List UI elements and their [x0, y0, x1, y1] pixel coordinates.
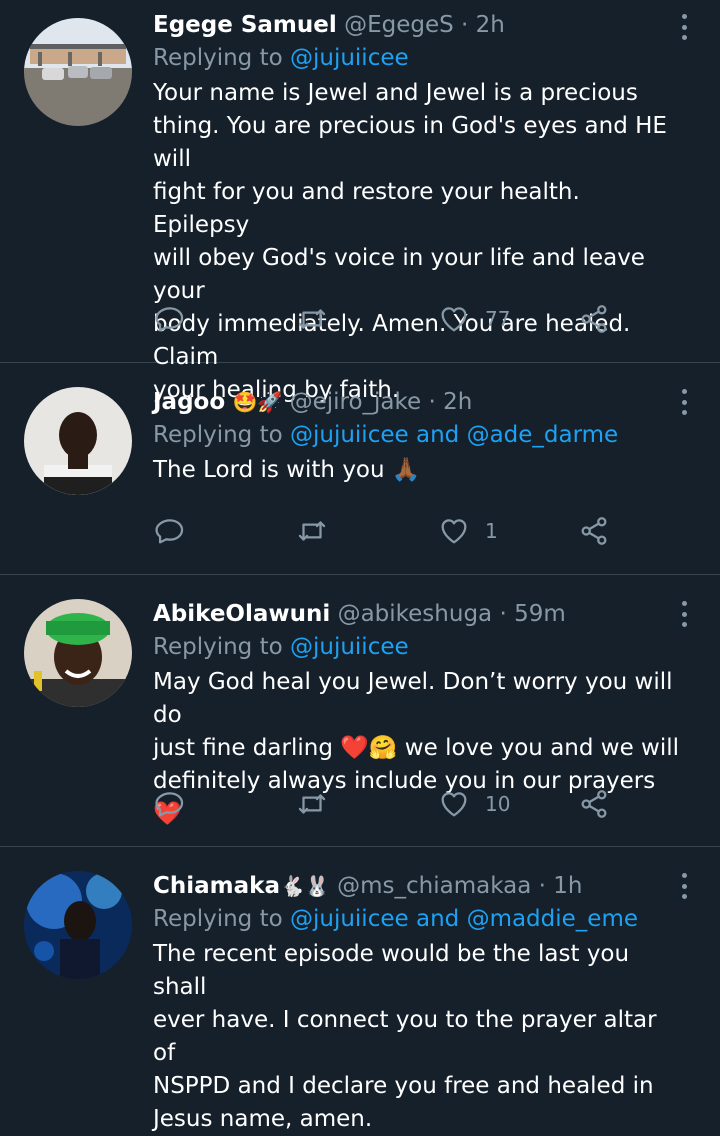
mention-and: and [415, 422, 460, 448]
action-bar: 1 [153, 514, 620, 554]
display-name[interactable]: Chiamaka [153, 873, 280, 899]
retweet-icon [298, 794, 326, 814]
reply-button[interactable] [153, 514, 187, 548]
display-name[interactable]: AbikeOlawuni [153, 601, 330, 627]
timestamp[interactable]: 2h [476, 12, 505, 38]
name-emoji: 🐇🐰 [279, 874, 330, 898]
share-icon [581, 517, 607, 545]
reply-icon [155, 792, 184, 817]
separator-dot: · [538, 873, 546, 899]
mention-link[interactable]: @maddie_eme [467, 906, 638, 932]
reply-icon [155, 307, 184, 332]
timestamp[interactable]: 2h [443, 389, 472, 415]
timestamp[interactable]: 1h [553, 873, 582, 899]
retweet-button[interactable] [295, 302, 329, 336]
replying-to: Replying to @jujuiicee and @maddie_eme [153, 904, 680, 934]
mention-link[interactable]: @jujuiicee [290, 634, 409, 660]
like-count: 1 [485, 519, 498, 543]
share-button[interactable] [577, 302, 611, 336]
user-handle[interactable]: @ejiro_jake [290, 389, 422, 415]
user-handle[interactable]: @EgegeS [344, 12, 454, 38]
more-vertical-icon[interactable] [678, 389, 690, 415]
separator-dot: · [499, 601, 507, 627]
tweet-text-line: ever have. I connect you to the prayer a… [153, 1007, 657, 1066]
replying-to-label: Replying to [153, 634, 283, 660]
replying-to-label: Replying to [153, 906, 283, 932]
tweet-header: Egege Samuel @EgegeS · 2h [153, 10, 680, 40]
tweet-header: AbikeOlawuni @abikeshuga · 59m [153, 599, 680, 629]
share-icon [581, 305, 607, 333]
tweet-header: Jagoo 🤩🚀 @ejiro_jake · 2h [153, 387, 680, 417]
avatar-image [24, 18, 132, 126]
avatar[interactable] [24, 387, 132, 495]
like-button[interactable]: 1 [437, 514, 498, 548]
avatar[interactable] [24, 599, 132, 707]
timestamp[interactable]: 59m [514, 601, 566, 627]
retweet-button[interactable] [295, 514, 329, 548]
mention-link[interactable]: @jujuiicee [290, 45, 409, 71]
mention-link[interactable]: @jujuiicee [290, 422, 409, 448]
tweet[interactable]: AbikeOlawuni @abikeshuga · 59m Replying … [0, 575, 720, 847]
heart-icon [441, 307, 467, 332]
replying-to-label: Replying to [153, 422, 283, 448]
retweet-icon [298, 521, 326, 541]
mention-and: and [415, 906, 460, 932]
tweet-text-line: will obey God's voice in your life and l… [153, 245, 645, 304]
replying-to: Replying to @jujuiicee [153, 632, 680, 662]
retweet-button[interactable] [295, 787, 329, 821]
replying-to: Replying to @jujuiicee [153, 43, 680, 73]
more-vertical-icon[interactable] [678, 873, 690, 899]
reply-icon [155, 519, 184, 544]
avatar-image [24, 599, 132, 707]
display-name[interactable]: Jagoo [153, 389, 225, 415]
more-vertical-icon[interactable] [678, 601, 690, 627]
name-emoji: 🤩🚀 [232, 390, 283, 414]
tweet-text-line: thing. You are precious in God's eyes an… [153, 113, 667, 172]
tweet-text-line: The recent episode would be the last you… [153, 941, 630, 1000]
tweet-text: Your name is Jewel and Jewel is a precio… [153, 77, 680, 407]
retweet-icon [298, 309, 326, 329]
tweet-text-line: fight for you and restore your health. E… [153, 179, 580, 238]
tweet[interactable]: Jagoo 🤩🚀 @ejiro_jake · 2h Replying to @j… [0, 363, 720, 575]
tweet[interactable]: Chiamaka🐇🐰 @ms_chiamakaa · 1h Replying t… [0, 847, 720, 1132]
separator-dot: · [461, 12, 469, 38]
replying-to-label: Replying to [153, 45, 283, 71]
action-bar: 77 [153, 302, 620, 342]
heart-icon [441, 519, 467, 544]
share-icon [581, 790, 607, 818]
tweet-text-line: Jesus name, amen. [153, 1106, 373, 1132]
separator-dot: · [428, 389, 436, 415]
share-button[interactable] [577, 514, 611, 548]
avatar[interactable] [24, 18, 132, 126]
tweet-text-line: NSPPD and I declare you free and healed … [153, 1073, 654, 1099]
like-button[interactable]: 10 [437, 787, 510, 821]
reply-button[interactable] [153, 302, 187, 336]
avatar-image [24, 871, 132, 979]
mention-link[interactable]: @ade_darme [467, 422, 619, 448]
avatar[interactable] [24, 871, 132, 979]
like-count: 10 [485, 792, 511, 816]
user-handle[interactable]: @abikeshuga [338, 601, 493, 627]
action-bar: 10 [153, 787, 620, 827]
like-count: 77 [485, 307, 511, 331]
tweet-text-line: Your name is Jewel and Jewel is a precio… [153, 80, 638, 106]
more-vertical-icon[interactable] [678, 14, 690, 40]
share-button[interactable] [577, 787, 611, 821]
tweet-text-line: The Lord is with you 🙏🏾 [153, 457, 421, 483]
user-handle[interactable]: @ms_chiamakaa [337, 873, 531, 899]
avatar-image [24, 387, 132, 495]
heart-icon [441, 792, 467, 817]
reply-button[interactable] [153, 787, 187, 821]
tweet-header: Chiamaka🐇🐰 @ms_chiamakaa · 1h [153, 871, 680, 901]
like-button[interactable]: 77 [437, 302, 510, 336]
tweet-text: The Lord is with you 🙏🏾 [153, 454, 680, 487]
tweet-text-line: just fine darling ❤️🤗 we love you and we… [153, 735, 680, 761]
tweet-text-line: May God heal you Jewel. Don’t worry you … [153, 669, 673, 728]
display-name[interactable]: Egege Samuel [153, 12, 337, 38]
tweet[interactable]: Egege Samuel @EgegeS · 2h Replying to @j… [0, 0, 720, 403]
mention-link[interactable]: @jujuiicee [290, 906, 409, 932]
tweet-text: The recent episode would be the last you… [153, 938, 680, 1136]
replying-to: Replying to @jujuiicee and @ade_darme [153, 420, 680, 450]
